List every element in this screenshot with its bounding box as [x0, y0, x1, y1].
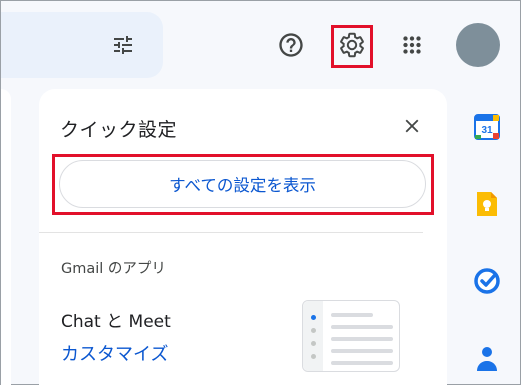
calendar-app-button[interactable]: 31	[473, 113, 501, 141]
google-apps-button[interactable]	[397, 30, 427, 60]
search-options-button[interactable]	[108, 30, 138, 60]
keep-app-button[interactable]	[473, 190, 501, 218]
help-circle-icon	[279, 33, 303, 57]
account-avatar[interactable]	[456, 23, 500, 67]
thumbnail-dot	[311, 341, 316, 346]
see-all-settings-button[interactable]: すべての設定を表示	[59, 160, 426, 208]
gmail-apps-heading: Gmail のアプリ	[61, 261, 166, 277]
settings-highlight-box	[331, 25, 373, 68]
main-content-edge	[1, 89, 11, 385]
chat-meet-layout-thumbnail[interactable]	[302, 300, 400, 372]
calendar-day-label: 31	[481, 125, 493, 136]
quick-settings-title: クイック設定	[60, 119, 178, 141]
thumbnail-line	[331, 337, 393, 341]
customize-link[interactable]: カスタマイズ	[61, 340, 168, 366]
thumbnail-dot	[311, 315, 316, 320]
thumbnail-dot	[311, 354, 316, 359]
close-icon	[405, 119, 419, 133]
thumbnail-line	[331, 325, 393, 329]
contacts-app-button[interactable]	[473, 344, 501, 372]
chat-meet-label: Chat と Meet	[61, 312, 171, 332]
help-button[interactable]	[276, 30, 306, 60]
tune-icon	[114, 36, 132, 54]
thumbnail-dot	[311, 328, 316, 333]
tasks-app-button[interactable]	[473, 267, 501, 295]
tasks-check-icon	[474, 268, 500, 294]
thumbnail-line	[331, 313, 373, 317]
divider	[39, 232, 423, 233]
quick-settings-panel: クイック設定 すべての設定を表示 Gmail のアプリ Chat と Meet …	[39, 89, 447, 385]
apps-grid-icon	[403, 36, 421, 54]
thumbnail-line	[331, 349, 393, 353]
search-bar[interactable]	[1, 12, 163, 78]
close-button[interactable]	[399, 113, 425, 139]
thumbnail-line	[331, 361, 393, 365]
contacts-person-icon	[477, 347, 497, 371]
calendar-icon: 31	[474, 114, 500, 140]
thumbnail-rail	[303, 301, 323, 371]
keep-bulb-icon	[477, 192, 497, 216]
